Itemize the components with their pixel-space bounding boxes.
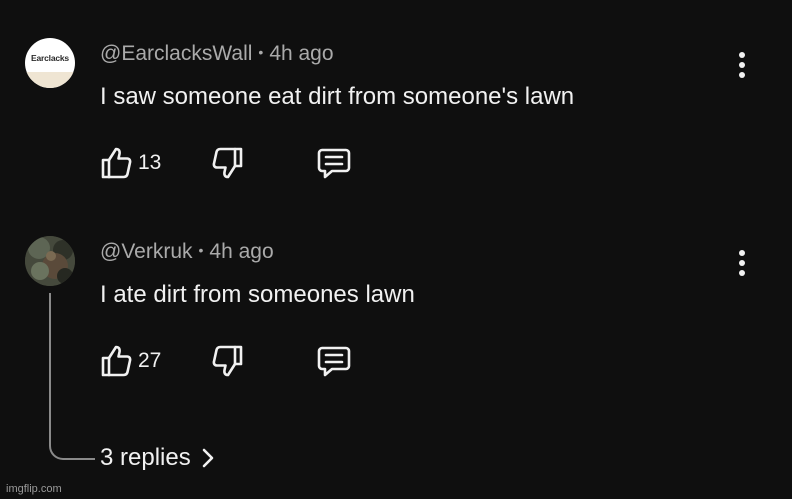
meta-separator: • [198,242,204,258]
comment-author[interactable]: @Verkruk [100,240,193,263]
dislike-button[interactable] [212,146,244,180]
avatar[interactable]: Earclacks [25,38,75,88]
like-button[interactable]: 27 [100,344,161,378]
comment-time[interactable]: 4h ago [269,42,333,65]
dislike-button[interactable] [212,344,244,378]
comment-text: I saw someone eat dirt from someone's la… [100,83,575,110]
replies-label: 3 replies [100,444,191,471]
more-options-button[interactable] [736,52,748,78]
like-button[interactable]: 13 [100,146,161,180]
comment-time[interactable]: 4h ago [209,240,273,263]
comment-author[interactable]: @EarclacksWall [100,42,252,65]
thumbs-down-icon [212,147,243,179]
meta-separator: • [258,44,264,60]
chevron-right-icon [202,448,214,468]
comment-item: Earclacks @EarclacksWall • 4h ago I saw so… [0,0,792,179]
reply-button[interactable] [316,344,352,378]
avatar[interactable] [25,236,75,286]
thread-connector [49,293,95,460]
comment-meta: @EarclacksWall • 4h ago [100,42,334,66]
more-options-button[interactable] [736,250,748,276]
thumbs-down-icon [212,345,243,377]
thumbs-up-icon [101,147,132,179]
avatar-logo: Earclacks [31,53,69,63]
comment-icon [317,346,351,377]
like-count: 13 [138,151,162,174]
comment-text: I ate dirt from someones lawn [100,281,415,308]
view-replies-button[interactable]: 3 replies [100,444,215,472]
comment-item: @Verkruk • 4h ago I ate dirt from someones… [0,198,792,377]
avatar-photo [25,236,75,286]
reply-button[interactable] [316,146,352,180]
avatar-logo-band [25,72,75,88]
thumbs-up-icon [101,345,132,377]
comment-icon [317,148,351,179]
watermark: imgflip.com [6,483,62,495]
like-count: 27 [138,349,162,372]
comment-meta: @Verkruk • 4h ago [100,240,274,264]
